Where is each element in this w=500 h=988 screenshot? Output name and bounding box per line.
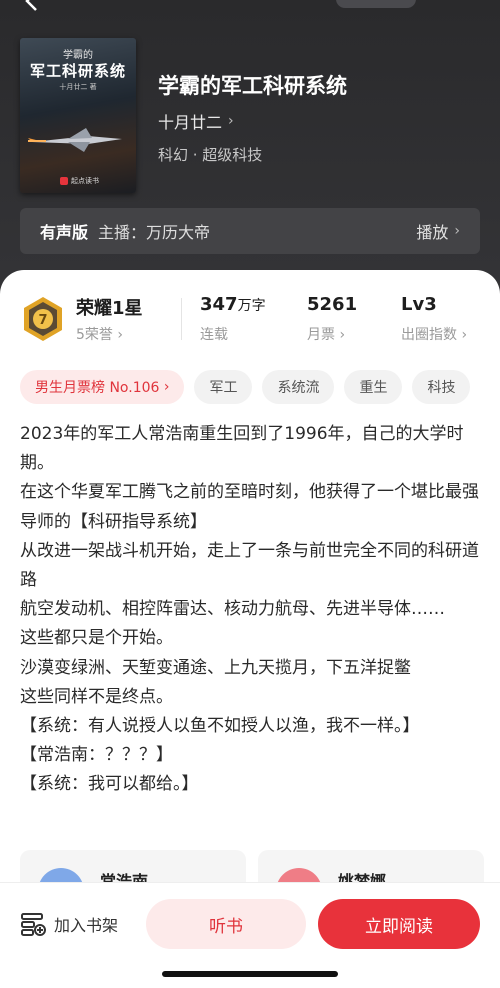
book-header: 学霸的 军工科研系统 十月廿二 著 起点读书 学霸的军工科研系统 十月廿二 › … (0, 0, 500, 300)
back-arrow-icon[interactable] (22, 0, 44, 12)
popularity-level[interactable]: Lv3 (401, 294, 437, 315)
audio-play-button[interactable]: 播放 › (416, 219, 460, 243)
honor-sub[interactable]: 5荣誉 › (76, 324, 123, 344)
author-link[interactable]: 十月廿二 › (158, 109, 234, 133)
author-name: 十月廿二 (158, 113, 223, 132)
cover-small-title: 学霸的 (63, 50, 93, 61)
book-title: 学霸的军工科研系统 (158, 74, 347, 98)
audio-tag: 有声版 (40, 223, 89, 242)
word-count-value: 347 (200, 294, 238, 315)
popularity-label[interactable]: 出圈指数 › (401, 324, 467, 344)
description-line: 【常浩南：？？？】 (20, 745, 173, 766)
tag-row: 男生月票榜 No.106 › 军工 系统流 重生 科技 (20, 370, 471, 404)
stats-divider (181, 298, 182, 340)
audio-play-label: 播放 (416, 223, 449, 242)
word-count-unit: 万字 (237, 298, 266, 314)
rank-tag-label: 男生月票榜 No.106 (35, 380, 160, 396)
audio-host: 主播：万历大帝 (98, 223, 211, 242)
svg-text:7: 7 (38, 313, 47, 328)
popularity-sub: 出圈指数 (401, 327, 457, 343)
description-line: 【系统：我可以都给。】 (20, 774, 199, 795)
stats-row: 7 荣耀1星 5荣誉 › 347万字 连载 5261 月票 › Lv3 出圈指数… (0, 292, 500, 348)
tag-chip[interactable]: 系统流 (262, 370, 335, 404)
add-to-shelf-button[interactable]: 加入书架 (20, 907, 118, 941)
monthly-votes[interactable]: 5261 (307, 294, 357, 315)
audio-edition-bar[interactable]: 有声版 主播：万历大帝 播放 › (20, 208, 480, 254)
bookshelf-add-icon (21, 913, 46, 936)
read-now-button[interactable]: 立即阅读 (318, 899, 480, 949)
monthly-votes-sub: 月票 (307, 327, 335, 343)
description-line: 航空发动机、相控阵雷达、核动力航母、先进半导体…… (20, 599, 445, 620)
book-description[interactable]: 2023年的军工人常浩南重生回到了1996年，自己的大学时期。 在这个华夏军工腾… (20, 420, 484, 800)
rank-tag[interactable]: 男生月票榜 No.106 › (20, 370, 185, 404)
honor-title[interactable]: 荣耀1星 (76, 294, 143, 320)
chevron-right-icon: › (228, 113, 234, 129)
top-action-pill[interactable] (336, 0, 416, 8)
tag-chip[interactable]: 军工 (194, 370, 253, 404)
tag-chip[interactable]: 重生 (344, 370, 403, 404)
description-line: 这些都只是个开始。 (20, 628, 173, 649)
description-line: 2023年的军工人常浩南重生回到了1996年，自己的大学时期。 (20, 424, 464, 474)
book-cover[interactable]: 学霸的 军工科研系统 十月廿二 著 起点读书 (20, 38, 136, 193)
home-indicator (162, 971, 338, 977)
description-line: 沙漠变绿洲、天堑变通途、上九天揽月，下五洋捉鳖 (20, 657, 411, 678)
book-detail-card: 7 荣耀1星 5荣誉 › 347万字 连载 5261 月票 › Lv3 出圈指数… (0, 270, 500, 988)
cover-title: 军工科研系统 (29, 62, 126, 80)
publisher-logo-icon (60, 177, 68, 185)
honor-medal-icon[interactable]: 7 (22, 296, 64, 342)
serial-status: 连载 (200, 327, 228, 343)
description-line: 从改进一架战斗机开始，走上了一条与前世完全不同的科研道路 (20, 540, 479, 591)
book-genre: 科幻 · 超级科技 (158, 146, 263, 164)
add-to-shelf-label: 加入书架 (54, 916, 119, 935)
publisher-name: 起点读书 (71, 177, 99, 185)
cover-author: 十月廿二 著 (59, 83, 97, 91)
honor-sub-label: 5荣誉 (76, 327, 113, 343)
monthly-votes-label[interactable]: 月票 › (307, 324, 345, 344)
description-line: 【系统：有人说授人以鱼不如授人以渔，我不一样。】 (20, 716, 420, 737)
description-line: 这些同样不是终点。 (20, 686, 173, 707)
description-line: 在这个华夏军工腾飞之前的至暗时刻，他获得了一个堪比最强导师的【科研指导系统】 (20, 482, 479, 532)
tag-chip[interactable]: 科技 (412, 370, 471, 404)
publisher-badge: 起点读书 (60, 176, 99, 186)
word-count: 347万字 (200, 294, 266, 315)
fighter-jet-icon (28, 128, 122, 152)
chevron-right-icon: › (454, 223, 460, 239)
bottom-action-bar: 加入书架 听书 立即阅读 (0, 882, 500, 988)
listen-button[interactable]: 听书 (146, 899, 306, 949)
